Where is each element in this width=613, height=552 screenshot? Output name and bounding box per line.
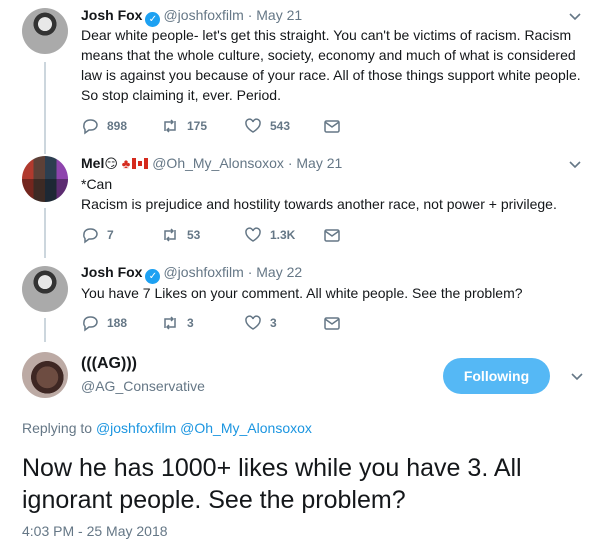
chevron-down-icon[interactable] [567,157,583,173]
thread-line [44,318,46,342]
separator: · [247,264,253,280]
author-handle[interactable]: @Oh_My_Alonsoxox [152,155,284,171]
like-button[interactable]: 543 [244,117,290,135]
tweet-text: Dear white people- let's get this straig… [81,27,581,103]
like-icon [245,118,261,133]
chevron-down-icon[interactable] [567,9,583,25]
retweet-icon [164,119,176,133]
mention-link[interactable]: @joshfoxfilm [96,420,176,436]
tweet-header: Mel😏 ♣ @Oh_My_Alonsoxox · May 21 [81,154,342,173]
like-count: 1.3K [270,228,296,242]
author-handle[interactable]: @joshfoxfilm [163,264,243,280]
like-count: 3 [270,316,277,330]
reply-button[interactable]: 898 [81,117,127,135]
avatar[interactable] [22,352,68,398]
canada-flag-icon [132,158,149,169]
author-name[interactable]: Josh Fox [81,264,142,280]
tweet-text-line: Racism is prejudice and hostility toward… [81,196,557,212]
separator: · [287,155,293,171]
author-name[interactable]: (((AG))) [81,355,205,373]
tweet-date[interactable]: May 22 [256,264,302,280]
dm-icon [324,229,340,242]
reply-icon [83,119,98,135]
author-name[interactable]: Mel [81,155,104,171]
verified-icon: ✓ [145,269,161,284]
maple-leaf-icon: ♣ [121,156,131,171]
retweet-icon [164,228,176,242]
dm-icon [324,120,340,133]
replying-to: Replying to @joshfoxfilm @Oh_My_Alonsoxo… [22,420,312,436]
like-icon [245,227,261,242]
reply-count: 7 [107,228,114,242]
tweet-header: Josh Fox ✓ @joshfoxfilm · May 21 [81,6,302,27]
reply-icon [83,228,98,244]
retweet-count: 3 [187,316,194,330]
author-handle[interactable]: @AG_Conservative [81,377,205,395]
tweet-text: *Can Racism is prejudice and hostility t… [81,174,591,214]
tweet-date[interactable]: May 21 [296,155,342,171]
avatar[interactable] [22,8,68,54]
reply-count: 188 [107,316,128,330]
like-button[interactable]: 3 [244,314,277,332]
main-tweet-text: Now he has 1000+ likes while you have 3.… [22,454,522,514]
retweet-count: 53 [187,228,201,242]
dm-button[interactable] [323,226,341,244]
retweet-button[interactable]: 53 [161,226,200,244]
avatar[interactable] [22,266,68,312]
retweet-count: 175 [187,119,208,133]
separator: · [247,7,253,23]
like-button[interactable]: 1.3K [244,226,295,244]
reply-icon [83,316,98,332]
thread-line [44,208,46,258]
main-tweet-header: (((AG))) @AG_Conservative [81,355,205,395]
author-handle[interactable]: @joshfoxfilm [163,7,243,23]
dm-icon [324,317,340,330]
tweet-text: You have 7 Likes on your comment. All wh… [81,285,523,301]
following-button[interactable]: Following [443,358,550,394]
tweet-date[interactable]: May 21 [256,7,302,23]
replying-prefix: Replying to [22,420,93,436]
avatar[interactable] [22,156,68,202]
retweet-button[interactable]: 3 [161,314,194,332]
reply-button[interactable]: 7 [81,226,114,244]
like-icon [245,315,261,330]
author-name[interactable]: Josh Fox [81,7,142,23]
dm-button[interactable] [323,117,341,135]
chevron-down-icon[interactable] [569,369,585,385]
tweet-header: Josh Fox ✓ @joshfoxfilm · May 22 [81,263,302,284]
retweet-button[interactable]: 175 [161,117,207,135]
dm-button[interactable] [323,314,341,332]
mention-link[interactable]: @Oh_My_Alonsoxox [180,420,312,436]
retweet-icon [164,316,176,330]
thread-line [44,62,46,154]
reply-button[interactable]: 188 [81,314,127,332]
tweet-text-line: *Can [81,176,113,192]
tweet-timestamp[interactable]: 4:03 PM - 25 May 2018 [22,523,168,539]
like-count: 543 [270,119,291,133]
emoji-smirk-icon: 😏 [104,156,118,171]
reply-count: 898 [107,119,128,133]
